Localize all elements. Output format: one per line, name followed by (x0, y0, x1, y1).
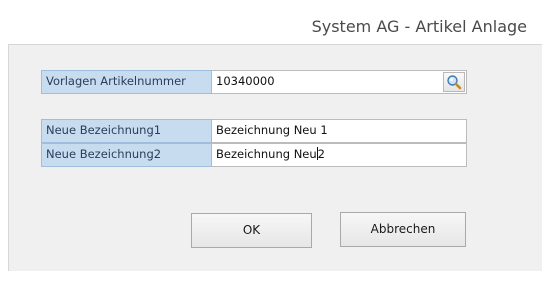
name1-input[interactable]: Bezeichnung Neu 1 (212, 119, 467, 143)
bottom-area (0, 271, 542, 291)
template-article-row: Vorlagen Artikelnummer 10340000 (41, 70, 467, 94)
name2-row: Neue Bezeichnung2 Bezeichnung Neu2 (41, 143, 467, 167)
dialog-panel: Vorlagen Artikelnummer 10340000 Neue Bez… (8, 44, 542, 271)
cancel-button[interactable]: Abbrechen (340, 212, 466, 247)
ok-button[interactable]: OK (191, 213, 312, 248)
name2-label: Neue Bezeichnung2 (41, 143, 212, 167)
search-icon (446, 74, 462, 90)
title-bar: System AG - Artikel Anlage (0, 0, 542, 44)
name2-input[interactable]: Bezeichnung Neu2 (212, 143, 467, 167)
template-article-field[interactable]: 10340000 (212, 70, 467, 94)
template-article-value: 10340000 (216, 74, 275, 88)
name1-label: Neue Bezeichnung1 (41, 119, 212, 143)
search-button[interactable] (443, 72, 465, 92)
name1-value: Bezeichnung Neu 1 (216, 123, 328, 137)
template-article-label: Vorlagen Artikelnummer (41, 70, 212, 94)
name1-row: Neue Bezeichnung1 Bezeichnung Neu 1 (41, 119, 467, 143)
name2-value-before-cursor: Bezeichnung Neu (216, 147, 317, 161)
dialog-window: System AG - Artikel Anlage Vorlagen Arti… (0, 0, 542, 291)
window-title: System AG - Artikel Anlage (311, 17, 527, 36)
name2-value-after-cursor: 2 (317, 147, 325, 161)
